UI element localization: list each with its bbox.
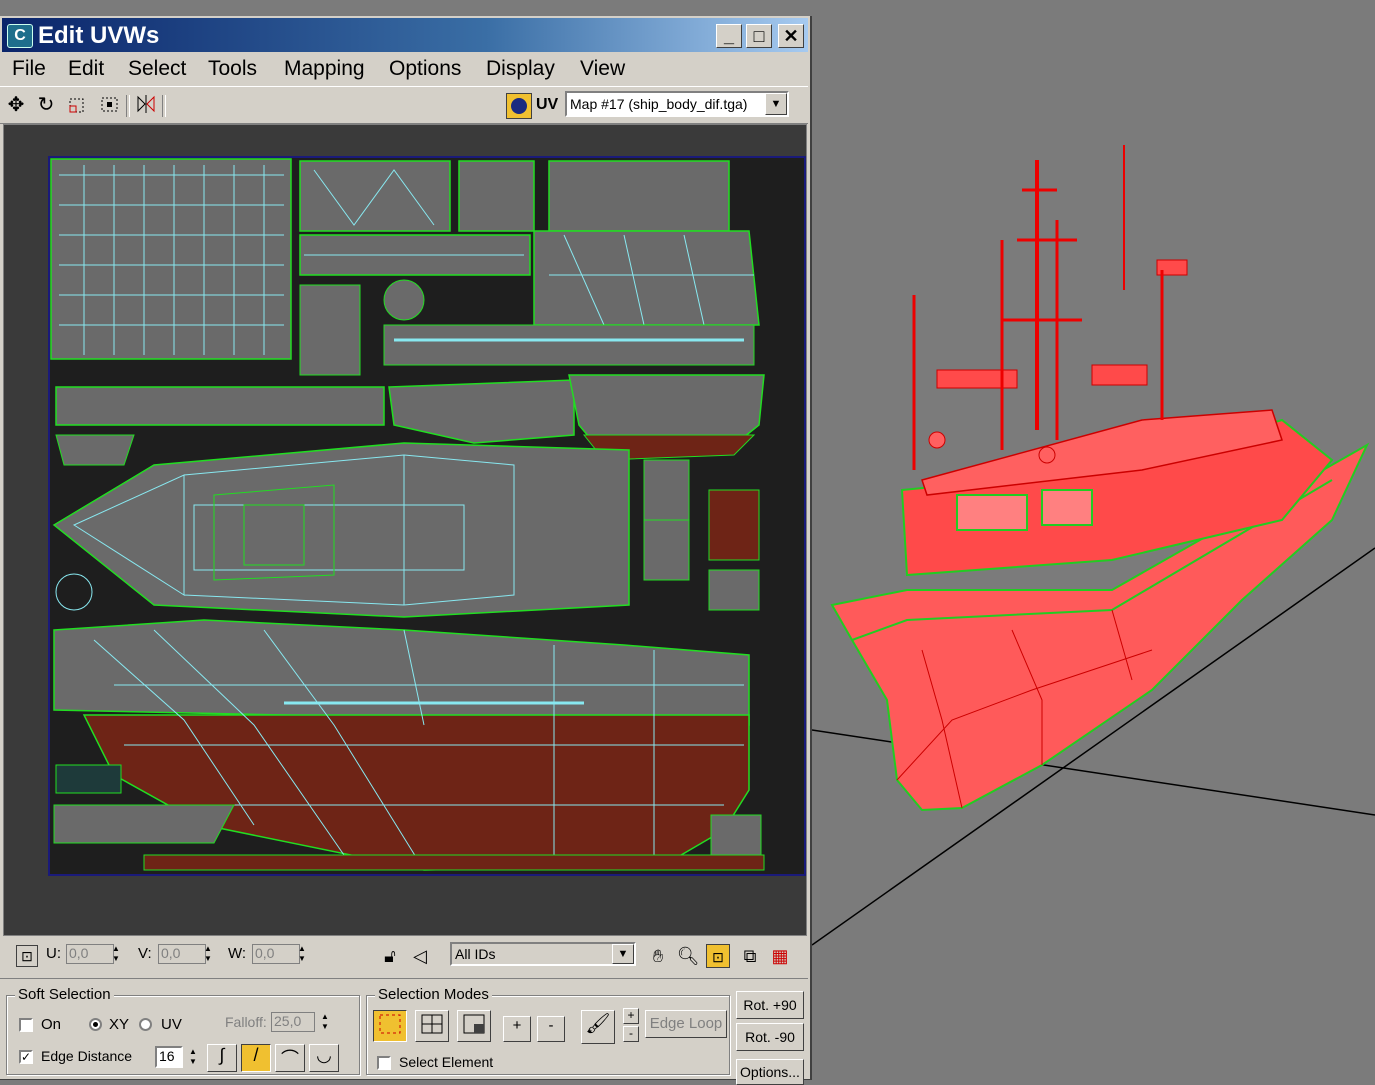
w-spinner[interactable]: ▲ ▼ (296, 944, 308, 964)
edge-distance-checkbox[interactable]: ✓ (19, 1050, 33, 1064)
map-select[interactable]: Map #17 (ship_body_dif.tga) ▼ (565, 91, 789, 117)
rotate-plus-90-button[interactable]: Rot. +90 (736, 991, 804, 1019)
lock-icon[interactable]: 🔓︎ (378, 944, 402, 968)
rotate-icon[interactable]: ↻ (34, 93, 58, 117)
brush-plus-button[interactable]: + (623, 1008, 639, 1024)
face-mode-icon[interactable] (457, 1010, 491, 1042)
map-select-value: Map #17 (ship_body_dif.tga) (570, 96, 748, 112)
falloff-slow-out-button[interactable]: ⌒ (275, 1044, 305, 1072)
soft-selection-on-label: On (41, 1016, 62, 1033)
zoom-icon[interactable]: 🔍︎ (676, 944, 700, 968)
edge-loop-button[interactable]: Edge Loop (645, 1010, 727, 1038)
chevron-down-icon[interactable]: ▼ (612, 944, 634, 964)
app-icon: C (7, 24, 33, 48)
options-button[interactable]: Options... (736, 1059, 804, 1085)
selection-modes-title: Selection Modes (375, 986, 492, 1003)
uv-radio[interactable] (139, 1018, 152, 1031)
toolbar-separator (162, 95, 166, 117)
v-spinner[interactable]: ▲ ▼ (202, 944, 214, 964)
menu-edit[interactable]: Edit (68, 57, 104, 81)
xy-radio[interactable] (89, 1018, 102, 1031)
title-bar[interactable]: C Edit UVWs _ □ ✕ (2, 18, 808, 52)
pan-icon[interactable]: ✋︎ (646, 944, 670, 968)
falloff-fast-out-button[interactable]: ◡ (309, 1044, 339, 1072)
menu-bar: File Edit Select Tools Mapping Options D… (0, 54, 808, 84)
edit-uvws-window: C Edit UVWs _ □ ✕ File Edit Select Tools… (0, 16, 812, 1085)
toolbar-separator (126, 95, 130, 117)
xy-label: XY (109, 1016, 130, 1033)
shrink-selection-button[interactable]: - (537, 1016, 565, 1042)
menu-tools[interactable]: Tools (208, 57, 257, 81)
falloff-linear-button[interactable]: / (241, 1044, 271, 1072)
toolbar: ✥ ↻ UV Map #17 (ship_body_dif.tga) ▼ (0, 86, 808, 124)
perspective-viewport[interactable] (812, 0, 1375, 1080)
selection-modes-group: Selection Modes + - 🖌︎ + - Edge Loop Sel… (366, 986, 730, 1075)
rotate-minus-90-button[interactable]: Rot. -90 (736, 1023, 804, 1051)
grid-snap-icon[interactable]: ▦ (768, 944, 792, 968)
bottom-panel: Soft Selection On XY UV Falloff: 25,0 ▲ ▼… (0, 978, 808, 1085)
mirror-icon[interactable] (134, 93, 158, 117)
u-label: U: (46, 945, 61, 962)
vertex-mode-icon[interactable] (373, 1010, 407, 1042)
falloff-field[interactable]: 25,0 (271, 1012, 315, 1032)
ids-select[interactable]: All IDs ▼ (450, 942, 636, 966)
v-label: V: (138, 945, 152, 962)
w-label: W: (228, 945, 247, 962)
soft-selection-group: Soft Selection On XY UV Falloff: 25,0 ▲ ▼… (6, 986, 360, 1075)
menu-display[interactable]: Display (486, 57, 555, 81)
uv-editor-canvas[interactable] (3, 124, 807, 936)
zoom-extents-icon[interactable]: ⧉ (738, 944, 762, 968)
zoom-region-icon[interactable]: ⊡ (706, 944, 730, 968)
v-field[interactable]: 0,0 (158, 944, 206, 964)
select-element-checkbox[interactable] (377, 1056, 391, 1070)
paint-select-icon[interactable]: 🖌︎ (581, 1010, 615, 1044)
u-spinner[interactable]: ▲ ▼ (110, 944, 122, 964)
close-button[interactable]: ✕ (778, 24, 804, 48)
uv-mode-label[interactable]: UV (536, 96, 558, 114)
soft-selection-title: Soft Selection (15, 986, 114, 1003)
falloff-smooth-button[interactable]: ∫ (207, 1044, 237, 1072)
soft-selection-on-checkbox[interactable] (19, 1018, 33, 1032)
maximize-button[interactable]: □ (746, 24, 772, 48)
absolute-offset-icon[interactable]: ⊡ (16, 945, 38, 967)
menu-select[interactable]: Select (128, 57, 186, 81)
window-title: Edit UVWs (38, 22, 160, 49)
coordinate-status-bar: ⊡ U: 0,0 ▲ ▼ V: 0,0 ▲ ▼ W: 0,0 ▲ ▼ 🔓︎ ◁ All… (0, 936, 808, 976)
uv-radio-label: UV (161, 1016, 182, 1033)
brush-minus-button[interactable]: - (623, 1026, 639, 1042)
move-icon[interactable]: ✥ (4, 93, 28, 117)
edge-distance-spinner[interactable]: ▲ ▼ (187, 1047, 199, 1067)
ids-select-value: All IDs (455, 946, 496, 962)
uv-texture-layout (4, 125, 806, 935)
grow-selection-button[interactable]: + (503, 1016, 531, 1042)
menu-mapping[interactable]: Mapping (284, 57, 365, 81)
w-field[interactable]: 0,0 (252, 944, 300, 964)
menu-file[interactable]: File (12, 57, 46, 81)
falloff-label: Falloff: (225, 1014, 267, 1030)
falloff-spinner[interactable]: ▲ ▼ (319, 1012, 331, 1032)
hide-icon[interactable]: ◁ (408, 944, 432, 968)
edge-mode-icon[interactable] (415, 1010, 449, 1042)
menu-view[interactable]: View (580, 57, 625, 81)
select-element-label: Select Element (399, 1054, 494, 1070)
ship-3d-model (812, 145, 1375, 946)
minimize-button[interactable]: _ (716, 24, 742, 48)
u-field[interactable]: 0,0 (66, 944, 114, 964)
freeform-icon[interactable] (98, 93, 122, 117)
show-map-icon[interactable] (506, 93, 532, 119)
edge-distance-field[interactable]: 16 (155, 1046, 183, 1068)
chevron-down-icon[interactable]: ▼ (765, 93, 787, 115)
edge-distance-label: Edge Distance (41, 1048, 133, 1064)
menu-options[interactable]: Options (389, 57, 461, 81)
scale-icon[interactable] (66, 93, 90, 117)
